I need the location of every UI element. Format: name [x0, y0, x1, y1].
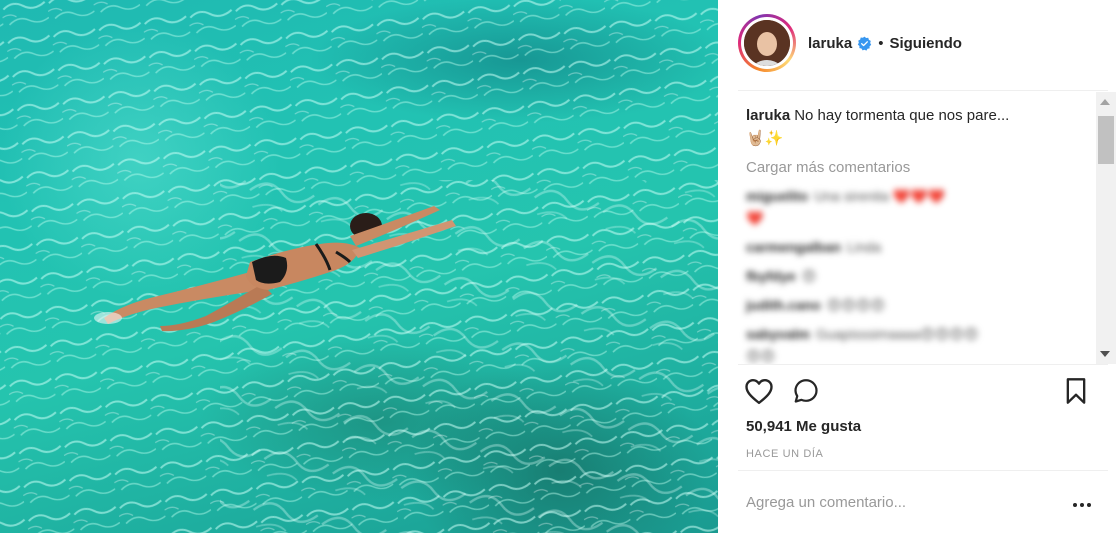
divider	[738, 364, 1108, 365]
post-header: laruka • Siguiendo	[738, 14, 1098, 72]
list-item: 😍😍	[746, 346, 1092, 364]
scroll-up-arrow-icon[interactable]	[1100, 99, 1110, 105]
comment-text: Linda	[846, 239, 882, 255]
username-link[interactable]: laruka	[808, 35, 852, 52]
load-more-comments-button[interactable]: Cargar más comentarios	[746, 159, 910, 176]
following-button[interactable]: Siguiendo	[889, 35, 962, 52]
comments-scrollbar[interactable]	[1096, 92, 1116, 364]
divider	[738, 470, 1108, 471]
list-item: miguelito Una sirenita ❤️❤️❤️	[746, 186, 1092, 206]
comment-text: 😍😍😍😍	[826, 297, 886, 313]
comment-text: Una sirenita ❤️❤️❤️	[814, 188, 946, 204]
list-item: ❤️	[746, 208, 1092, 228]
comment-button[interactable]	[792, 377, 820, 405]
divider	[738, 90, 1108, 91]
list-item: judith.cano 😍😍😍😍	[746, 295, 1092, 315]
list-item: carmengalban Linda	[746, 237, 1092, 257]
bookmark-outline-icon	[1066, 378, 1086, 404]
avatar[interactable]	[744, 20, 790, 66]
likes-count[interactable]: 50,941 Me gusta	[746, 418, 861, 435]
caption: laruka No hay tormenta que nos pare...	[746, 106, 1092, 126]
caption-username[interactable]: laruka	[746, 107, 790, 124]
action-bar	[744, 374, 1088, 408]
comment-text: 😍	[801, 268, 817, 284]
comment-username[interactable]: miguelito	[746, 188, 808, 204]
like-button[interactable]	[744, 377, 774, 405]
story-ring[interactable]	[738, 14, 796, 72]
comment-username[interactable]: carmengalban	[746, 239, 841, 255]
more-options-button[interactable]	[1070, 496, 1094, 514]
comment-text: Guapisssimaaaa😍😍😍😍	[815, 326, 979, 342]
scroll-down-arrow-icon[interactable]	[1100, 351, 1110, 357]
more-options-icon	[1073, 503, 1077, 507]
scroll-thumb[interactable]	[1098, 116, 1114, 164]
comment-text: ❤️	[746, 210, 764, 226]
comment-username[interactable]: fbyfdye	[746, 268, 796, 284]
comment-username[interactable]: sabyvalm	[746, 326, 810, 342]
comment-list: miguelito Una sirenita ❤️❤️❤️ ❤️ carmenga…	[746, 186, 1092, 364]
verified-badge-icon	[857, 36, 872, 51]
post-timestamp[interactable]: HACE UN DÍA	[746, 448, 824, 460]
swimmer-in-sea-image	[0, 0, 718, 533]
list-item: fbyfdye 😍	[746, 266, 1092, 286]
comment-username[interactable]: judith.cano	[746, 297, 821, 313]
post-photo[interactable]	[0, 0, 718, 533]
caption-emojis: 🤘🏼✨	[746, 130, 784, 147]
list-item: sabyvalm Guapisssimaaaa😍😍😍😍	[746, 324, 1092, 344]
separator-dot: •	[878, 34, 884, 52]
comment-bubble-icon	[794, 379, 818, 403]
caption-text: No hay tormenta que nos pare...	[794, 107, 1010, 124]
heart-outline-icon	[745, 378, 773, 405]
comment-text: 😍😍	[746, 348, 776, 364]
add-comment-input[interactable]	[746, 494, 1066, 511]
comments-section[interactable]: laruka No hay tormenta que nos pare... 🤘🏼…	[738, 92, 1114, 364]
save-button[interactable]	[1064, 377, 1088, 405]
post-details-panel: laruka • Siguiendo laruka No hay tormenta…	[718, 0, 1116, 533]
